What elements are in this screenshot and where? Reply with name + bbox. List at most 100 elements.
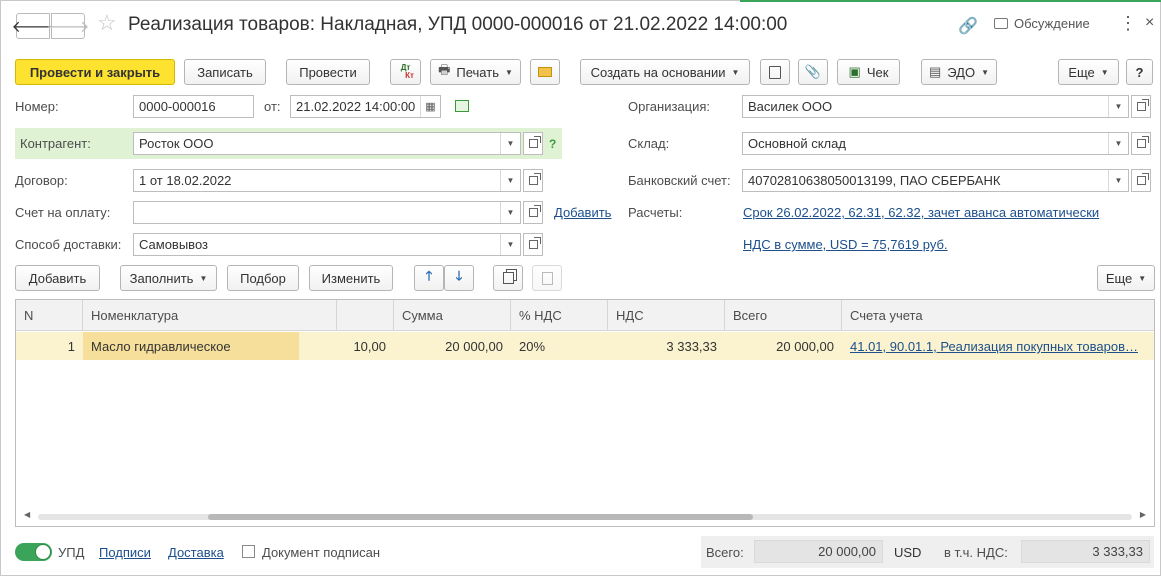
vat-link[interactable]: НДС в сумме, USD = 75,7619 руб.	[743, 237, 948, 252]
column-header-vat-rate[interactable]: % НДС	[511, 300, 608, 331]
change-button[interactable]: Изменить	[309, 265, 393, 291]
structure-button[interactable]	[760, 59, 790, 85]
date-field[interactable]: 21.02.2022 14:00:00 ▦	[290, 95, 441, 118]
open-icon	[1136, 136, 1149, 148]
bank-account-value: 40702810638050013199, ПАО СБЕРБАНК	[748, 173, 1001, 188]
paste-row-button[interactable]	[532, 265, 562, 291]
currency-label: USD	[894, 545, 922, 560]
favorite-star-icon[interactable]: ☆	[97, 10, 117, 36]
document-signed-label: Документ подписан	[262, 545, 381, 560]
settlements-label: Расчеты:	[628, 205, 683, 220]
hierarchy-icon	[769, 65, 781, 79]
email-button[interactable]	[530, 59, 560, 85]
chevron-down-icon[interactable]: ▼	[1108, 170, 1128, 191]
calendar-icon[interactable]: ▦	[420, 96, 440, 117]
cell-accounts-link[interactable]: 41.01, 90.01.1, Реализация покупных това…	[842, 332, 1156, 360]
forward-button[interactable]: 🡒	[47, 13, 89, 39]
upd-toggle[interactable]	[15, 543, 52, 561]
column-header-accounts[interactable]: Счета учета	[842, 300, 1156, 331]
organization-field[interactable]: Василек ООО ▼	[742, 95, 1129, 118]
chevron-down-icon[interactable]: ▼	[500, 234, 520, 255]
link-icon[interactable]: 🔗	[958, 16, 978, 36]
number-field[interactable]: 0000-000016	[133, 95, 254, 118]
column-header-qty[interactable]	[337, 300, 394, 331]
receipt-label: Чек	[866, 64, 889, 80]
add-row-button[interactable]: Добавить	[15, 265, 100, 291]
column-header-sum[interactable]: Сумма	[394, 300, 511, 331]
scroll-left-icon[interactable]: ◀	[24, 510, 30, 519]
copy-row-button[interactable]	[493, 265, 523, 291]
chevron-down-icon[interactable]: ▼	[1108, 133, 1128, 154]
cell-total[interactable]: 20 000,00	[725, 332, 842, 360]
horizontal-scrollbar[interactable]: ◀ ▶	[16, 508, 1154, 526]
edo-button[interactable]: ▤ ЭДО ▼	[921, 59, 997, 85]
delivery-link[interactable]: Доставка	[168, 545, 224, 560]
move-down-button[interactable]: 🡓	[444, 265, 474, 291]
settlements-link[interactable]: Срок 26.02.2022, 62.31, 62.32, зачет ава…	[743, 205, 1099, 220]
scroll-right-icon[interactable]: ▶	[1140, 510, 1146, 519]
delivery-field[interactable]: Самовывоз ▼	[133, 233, 521, 256]
help-button[interactable]: ?	[1126, 59, 1153, 85]
vat-total-label: в т.ч. НДС:	[944, 545, 1008, 560]
close-icon[interactable]: ×	[1145, 14, 1154, 32]
dt-kt-button[interactable]: Дт Кт	[390, 59, 421, 85]
chevron-down-icon[interactable]: ▼	[500, 202, 520, 223]
organization-open-button[interactable]	[1131, 95, 1151, 118]
cell-vat[interactable]: 3 333,33	[608, 332, 725, 360]
add-invoice-link[interactable]: Добавить	[554, 205, 611, 220]
fill-button[interactable]: Заполнить ▼	[120, 265, 217, 291]
attach-button[interactable]: 📎	[798, 59, 828, 85]
contract-field[interactable]: 1 от 18.02.2022 ▼	[133, 169, 521, 192]
cell-qty[interactable]: 10,00	[337, 332, 394, 360]
table-more-button[interactable]: Еще ▼	[1097, 265, 1155, 291]
table-header: N Номенклатура Сумма % НДС НДС Всего Сче…	[16, 300, 1154, 331]
number-label: Номер:	[15, 99, 59, 114]
post-button[interactable]: Провести	[286, 59, 370, 85]
receipt-button[interactable]: ▣ Чек	[837, 59, 900, 85]
chevron-down-icon[interactable]: ▼	[500, 133, 520, 154]
cell-item[interactable]: Масло гидравлическое	[83, 332, 299, 360]
chevron-down-icon[interactable]: ▼	[500, 170, 520, 191]
cell-vat-rate[interactable]: 20%	[511, 332, 608, 360]
counterparty-open-button[interactable]	[523, 132, 543, 155]
more-menu-icon[interactable]: ⋮	[1119, 13, 1137, 34]
invoice-open-button[interactable]	[523, 201, 543, 224]
warehouse-label: Склад:	[628, 136, 670, 151]
bank-account-open-button[interactable]	[1131, 169, 1151, 192]
delivery-open-button[interactable]	[523, 233, 543, 256]
table-more-label: Еще	[1105, 270, 1133, 286]
column-header-n[interactable]: N	[16, 300, 83, 331]
date-label: от:	[264, 99, 281, 114]
contract-open-button[interactable]	[523, 169, 543, 192]
chevron-down-icon: ▼	[981, 67, 990, 77]
chevron-down-icon[interactable]: ▼	[1108, 96, 1128, 117]
more-button[interactable]: Еще ▼	[1058, 59, 1119, 85]
warehouse-field[interactable]: Основной склад ▼	[742, 132, 1129, 155]
column-header-vat[interactable]: НДС	[608, 300, 725, 331]
post-and-close-button[interactable]: Провести и закрыть	[15, 59, 175, 85]
invoice-field[interactable]: ▼	[133, 201, 521, 224]
cell-n[interactable]: 1	[16, 332, 83, 360]
envelope-icon	[538, 67, 552, 77]
scrollbar-thumb[interactable]	[208, 514, 753, 520]
bank-account-field[interactable]: 40702810638050013199, ПАО СБЕРБАНК ▼	[742, 169, 1129, 192]
column-header-item[interactable]: Номенклатура	[83, 300, 337, 331]
warehouse-open-button[interactable]	[1131, 132, 1151, 155]
print-button[interactable]: 🖶 Печать ▼	[430, 59, 521, 85]
cell-sum[interactable]: 20 000,00	[394, 332, 511, 360]
document-status-icon[interactable]	[455, 100, 469, 112]
pick-button[interactable]: Подбор	[227, 265, 299, 291]
discussion-button[interactable]: Обсуждение	[994, 16, 1090, 31]
signatures-link[interactable]: Подписи	[99, 545, 151, 560]
create-based-on-button[interactable]: Создать на основании ▼	[580, 59, 750, 85]
save-button[interactable]: Записать	[184, 59, 266, 85]
counterparty-help-icon[interactable]: ?	[549, 137, 556, 151]
column-header-total[interactable]: Всего	[725, 300, 842, 331]
document-signed-checkbox[interactable]	[242, 545, 255, 558]
counterparty-field[interactable]: Росток ООО ▼	[133, 132, 521, 155]
move-up-button[interactable]: 🡑	[414, 265, 444, 291]
back-button[interactable]: 🡐	[12, 13, 54, 39]
copy-icon	[502, 272, 514, 284]
paperclip-icon: 📎	[804, 64, 822, 79]
table-row[interactable]: 1 Масло гидравлическое 10,00 20 000,00 2…	[16, 332, 1154, 360]
